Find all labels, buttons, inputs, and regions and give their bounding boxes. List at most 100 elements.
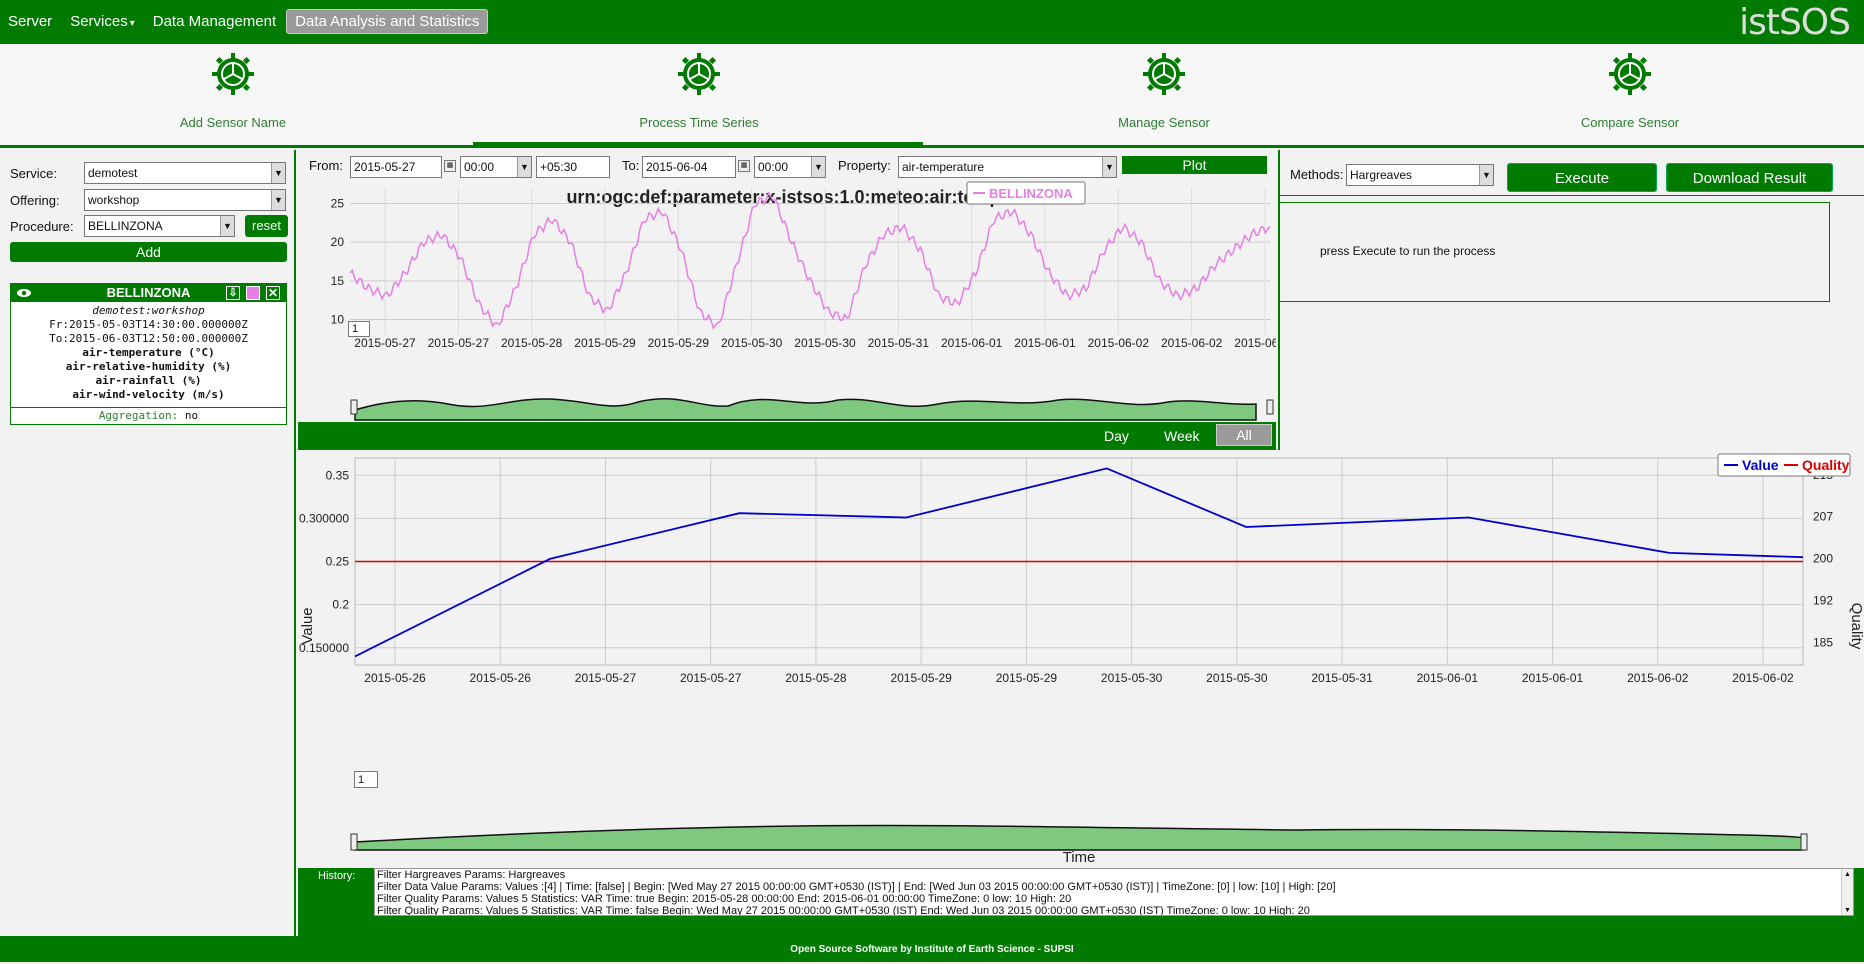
chart-legend: Value Quality (1717, 453, 1851, 477)
procedure-select[interactable]: BELLINZONA ▼ (84, 215, 235, 237)
tool-compare-sensor[interactable]: Compare Sensor (1510, 52, 1750, 130)
x-tick-label: 2015-05-27 (680, 671, 742, 685)
from-time-select[interactable]: 00:00 ▼ (460, 156, 532, 178)
x-tick-label: 2015-05-26 (470, 671, 532, 685)
navigator-handle-right[interactable] (1800, 833, 1808, 851)
result-chart: 0.150000 0.2 0.25 0.300000 0.35 185 192 200 207… (299, 453, 1864, 866)
procedure-value: BELLINZONA (88, 219, 163, 233)
range-day-button[interactable]: Day (1104, 428, 1129, 444)
navigator-handle-right[interactable] (1266, 399, 1274, 415)
range-selector-bar: Day Week All (298, 422, 1276, 448)
x-tick-label: 2015-06-03 (1234, 336, 1276, 350)
x-tick-label: 2015-05-31 (868, 336, 930, 350)
x-tick-label: 2015-05-30 (1101, 671, 1163, 685)
service-label: Service: (10, 165, 57, 181)
sensor-offering: demotest:workshop (92, 304, 205, 317)
to-time-select[interactable]: 00:00 ▼ (754, 156, 826, 178)
navigator-handle-left[interactable] (350, 833, 358, 851)
calendar-icon[interactable]: ▦ (738, 160, 750, 172)
download-result-button[interactable]: Download Result (1666, 163, 1833, 192)
gear-icon (1609, 53, 1651, 95)
x-tick-label: 2015-05-29 (996, 671, 1058, 685)
legend-label: BELLINZONA (989, 186, 1073, 201)
timezone-input[interactable]: +05:30 (536, 156, 610, 178)
offering-row: Offering: workshop ▼ (10, 189, 286, 211)
x-tick-label: 2015-05-28 (785, 671, 847, 685)
aggregation-label: Aggregation: (98, 409, 179, 422)
from-date-input[interactable]: 2015-05-27 (350, 156, 442, 178)
history-line: Filter Quality Params: Values 5 Statisti… (377, 905, 1310, 916)
chevron-down-icon: ▼ (1102, 157, 1116, 177)
gear-icon (678, 53, 720, 95)
footer: Open Source Software by Institute of Ear… (0, 936, 1864, 962)
x-tick-label: 2015-05-30 (794, 336, 856, 350)
sensor-property: air-relative-humidity (%) (65, 360, 232, 373)
history-log[interactable]: Filter Hargreaves Params: Hargreaves Fil… (374, 868, 1854, 916)
x-tick-label: 2015-05-29 (574, 336, 636, 350)
execute-button[interactable]: Execute (1507, 163, 1657, 192)
result-chart-panel: 0.150000 0.2 0.25 0.300000 0.35 185 192 200 207… (298, 450, 1864, 868)
chevron-down-icon: ▼ (220, 216, 234, 236)
zoom-input[interactable]: 1 (354, 771, 378, 788)
sensor-color-swatch[interactable] (246, 286, 260, 300)
from-time-value: 00:00 (464, 160, 495, 174)
sensor-property: air-temperature (°C) (82, 346, 215, 359)
sensor-card-body: demotest:workshop Fr:2015-05-03T14:30:00… (11, 302, 286, 402)
history-label: History: (318, 870, 356, 882)
chevron-down-icon: ▼ (811, 157, 825, 177)
history-scrollbar[interactable]: ▲ ▼ (1841, 869, 1853, 915)
y-tick-label-left: 0.2 (332, 598, 349, 612)
nav-services[interactable]: Services ▾ (62, 10, 143, 33)
x-tick-label: 2015-06-01 (1417, 671, 1479, 685)
tool-add-sensor-name[interactable]: Add Sensor Name (113, 52, 353, 130)
chart-title: urn:ogc:def:parameter:x-istsos:1.0:meteo… (566, 187, 1061, 207)
eye-icon[interactable] (16, 284, 32, 307)
nav-server[interactable]: Server (0, 10, 60, 33)
methods-value: Hargreaves (1350, 168, 1413, 182)
navigator-handle-left[interactable] (350, 399, 358, 415)
service-select[interactable]: demotest ▼ (84, 162, 286, 184)
x-tick-label: 2015-06-02 (1627, 671, 1689, 685)
from-date-value: 2015-05-27 (354, 160, 416, 174)
y-axis-label-right: Quality (1848, 603, 1864, 650)
y-tick-label-right: 215 (1813, 468, 1833, 482)
chevron-down-icon: ▼ (271, 190, 285, 210)
tool-manage-sensor[interactable]: Manage Sensor (1044, 52, 1284, 130)
add-button[interactable]: Add (10, 242, 287, 262)
methods-select[interactable]: Hargreaves ▼ (1346, 164, 1494, 186)
chevron-down-icon: ▼ (517, 157, 531, 177)
x-tick-label: 2015-05-27 (428, 336, 490, 350)
tool-process-time-series[interactable]: Process Time Series (579, 52, 819, 130)
y-tick-label-left: 0.300000 (299, 511, 349, 525)
x-tick-label: 2015-05-30 (1206, 671, 1268, 685)
to-date-input[interactable]: 2015-06-04 (642, 156, 736, 178)
history-line: Filter Data Value Params: Values :[4] | … (377, 881, 1336, 893)
zoom-input[interactable]: 1 (348, 321, 370, 337)
offering-select[interactable]: workshop ▼ (84, 189, 286, 211)
tool-label: Manage Sensor (1118, 115, 1210, 130)
range-all-button[interactable]: All (1216, 424, 1272, 446)
history-line: Filter Hargreaves Params: Hargreaves (377, 869, 566, 881)
service-row: Service: demotest ▼ (10, 162, 286, 184)
close-icon[interactable]: ✕ (266, 286, 280, 300)
chevron-down-icon: ▼ (271, 163, 285, 183)
gear-icon (1143, 53, 1185, 95)
property-select[interactable]: air-temperature ▼ (898, 156, 1117, 178)
property-value: air-temperature (902, 160, 985, 174)
value-series-line (354, 467, 1804, 658)
plot-area (354, 457, 1804, 666)
reset-button[interactable]: reset (245, 215, 288, 237)
download-icon[interactable]: ⇩ (226, 286, 240, 300)
range-week-button[interactable]: Week (1164, 428, 1200, 444)
bellinzona-series-line (349, 191, 1271, 330)
nav-data-analysis[interactable]: Data Analysis and Statistics (286, 9, 489, 34)
plot-button[interactable]: Plot (1122, 156, 1267, 174)
procedure-label: Procedure: (10, 218, 74, 234)
x-tick-label: 2015-05-31 (1311, 671, 1373, 685)
x-tick-label: 2015-05-29 (890, 671, 952, 685)
calendar-icon[interactable]: ▦ (444, 160, 456, 172)
nav-data-management[interactable]: Data Management (145, 10, 284, 33)
chevron-down-icon: ▼ (1479, 165, 1493, 185)
y-tick-label: 10 (331, 313, 345, 327)
methods-panel: Methods: Hargreaves ▼ Execute Download Re… (1278, 150, 1864, 450)
